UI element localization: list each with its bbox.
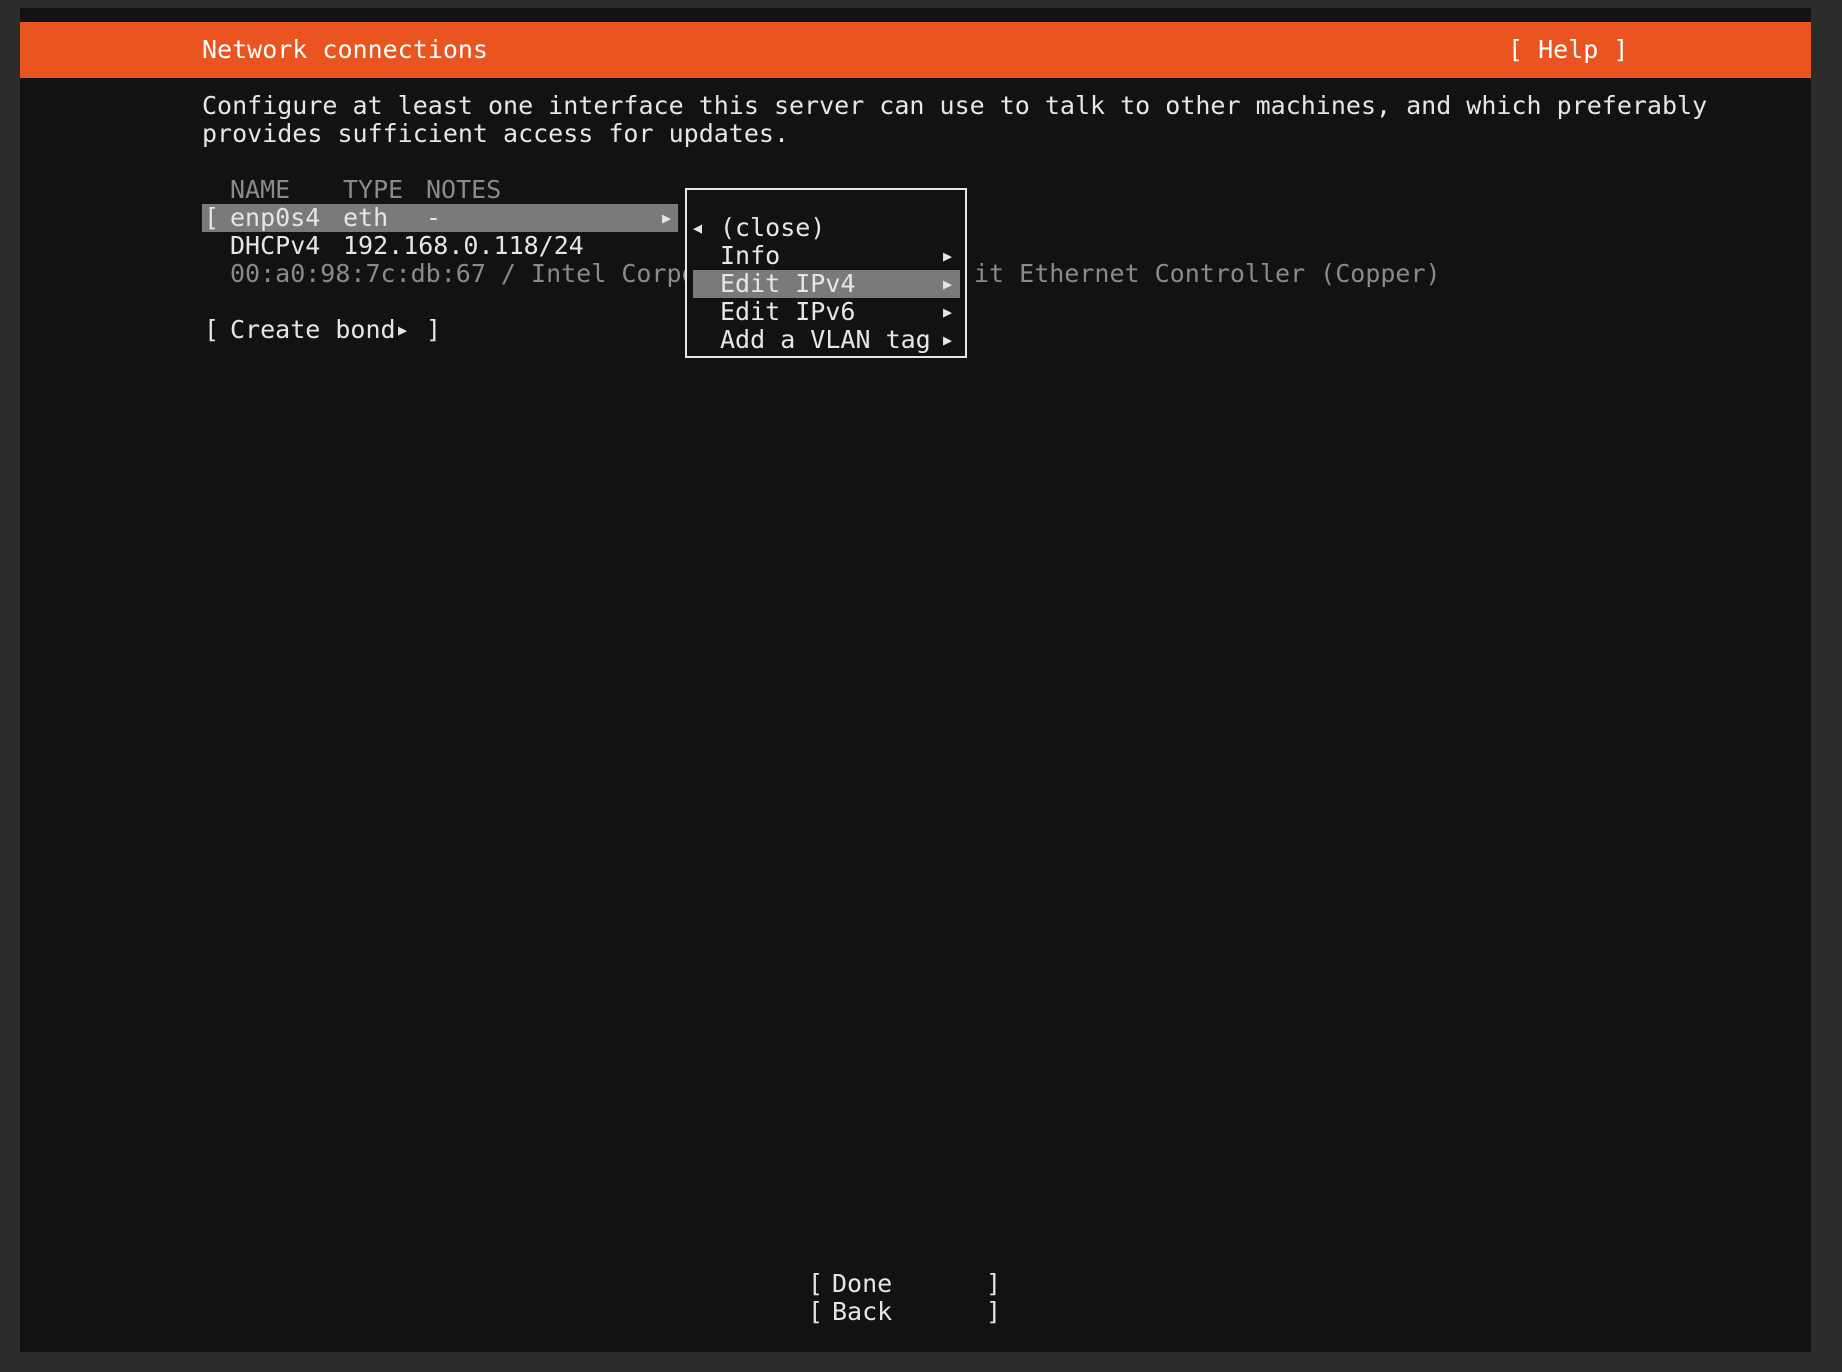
menu-item-label: Add a VLAN tag (720, 325, 931, 354)
page-title: Network connections (202, 35, 488, 64)
interface-context-menu: ◀ (close) Info ▶ Edit IPv4 ▶ Edit IPv6 ▶… (685, 188, 967, 358)
triangle-right-icon: ▶ (943, 247, 953, 265)
triangle-right-icon: ▶ (943, 275, 953, 293)
back-label: Back (832, 1297, 893, 1326)
menu-item-label: Edit IPv6 (720, 297, 856, 326)
interface-notes: - (426, 203, 442, 232)
interface-type: eth (343, 203, 389, 232)
triangle-right-icon: ▶ (943, 331, 953, 349)
title-bar: Network connections [ Help ] (20, 22, 1811, 78)
column-header-type: TYPE (343, 175, 404, 204)
triangle-right-icon: ▶ (398, 321, 408, 339)
interface-name: enp0s4 (230, 203, 321, 232)
create-bond-close-bracket: ] (426, 315, 442, 344)
column-header-name: NAME (230, 175, 291, 204)
triangle-right-icon: ▶ (662, 209, 672, 227)
triangle-right-icon: ▶ (943, 303, 953, 321)
description-line-1: Configure at least one interface this se… (202, 91, 1708, 120)
hardware-info-right: it Ethernet Controller (Copper) (974, 259, 1441, 288)
done-close-bracket: ] (986, 1269, 1002, 1298)
create-bond-label: Create bond (230, 315, 396, 344)
done-open-bracket: [ (808, 1269, 824, 1298)
menu-item-label: Edit IPv4 (720, 269, 856, 298)
row-open-bracket: [ (204, 203, 220, 232)
dhcp-label: DHCPv4 (230, 231, 321, 260)
menu-item-label: (close) (720, 213, 826, 242)
installer-screen: Network connections [ Help ] Configure a… (20, 8, 1811, 1352)
help-button[interactable]: [ Help ] (1508, 36, 1628, 64)
create-bond-open-bracket: [ (204, 315, 220, 344)
back-open-bracket: [ (808, 1297, 824, 1326)
ip-address: 192.168.0.118/24 (343, 231, 584, 260)
triangle-left-icon: ◀ (693, 219, 703, 237)
description-line-2: provides sufficient access for updates. (202, 119, 789, 148)
menu-item-label: Info (720, 241, 781, 270)
back-close-bracket: ] (986, 1297, 1002, 1326)
column-header-notes: NOTES (426, 175, 502, 204)
hardware-info-left: 00:a0:98:7c:db:67 / Intel Corpor (230, 259, 712, 288)
done-label: Done (832, 1269, 893, 1298)
